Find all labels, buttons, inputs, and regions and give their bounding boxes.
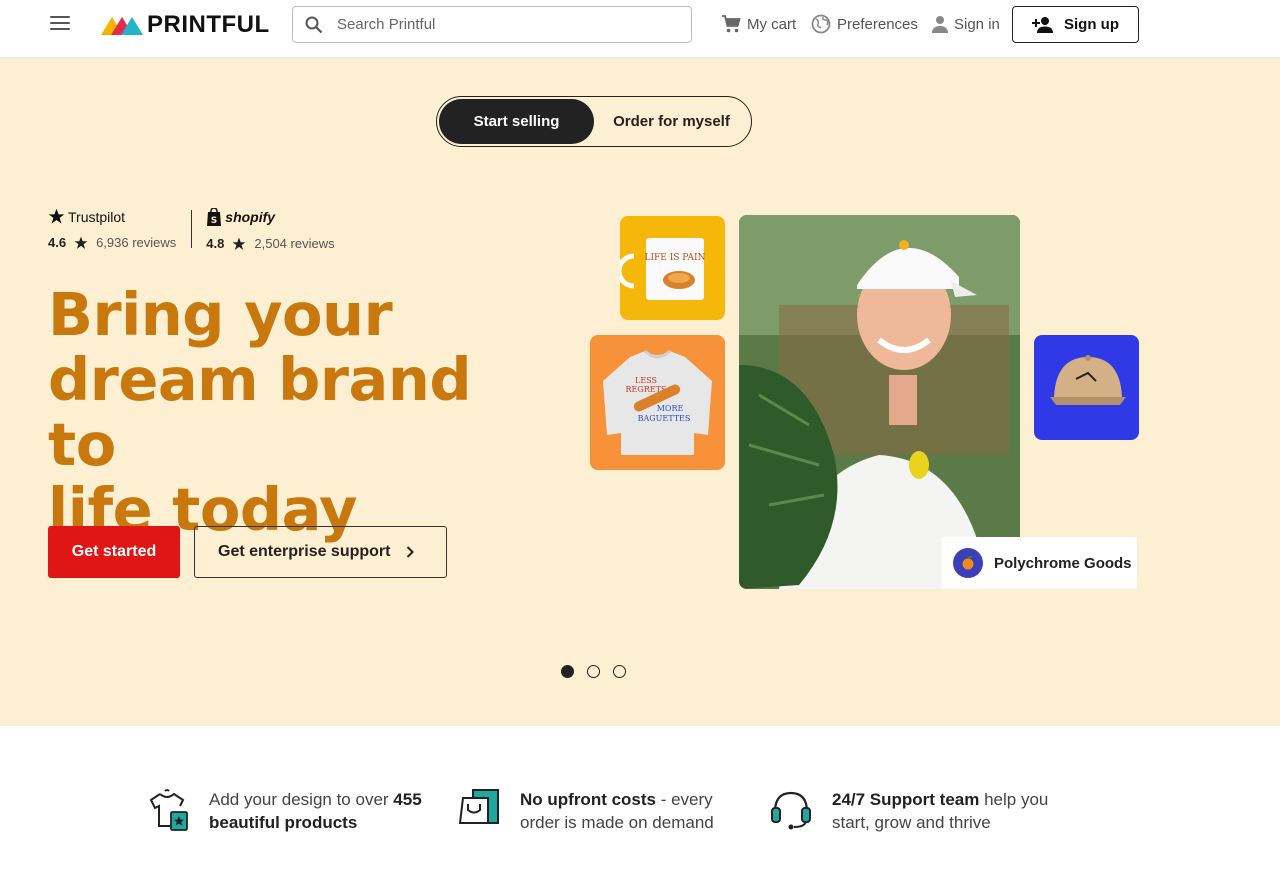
menu-icon[interactable]: [50, 16, 70, 32]
feature-text-part: Add your design to over: [209, 790, 394, 809]
hero-headline: Bring your dream brand to life today: [48, 282, 508, 542]
trustpilot-score: 4.6: [48, 235, 67, 250]
svg-text:LESS: LESS: [635, 376, 657, 385]
headline-line: dream brand to: [48, 345, 472, 479]
search-input[interactable]: [337, 16, 677, 33]
features-section: Add your design to over 455 beautiful pr…: [0, 726, 1280, 896]
audience-toggle: Start selling Order for myself: [436, 96, 752, 147]
add-person-icon: [1032, 16, 1053, 33]
enterprise-support-button[interactable]: Get enterprise support: [194, 526, 447, 578]
orange-icon: [953, 548, 983, 578]
feature-products-text: Add your design to over 455 beautiful pr…: [209, 788, 422, 834]
cart-icon: [722, 15, 741, 33]
my-cart-link[interactable]: My cart: [721, 12, 796, 36]
trustpilot-brand: Trustpilot: [68, 208, 126, 225]
chevron-right-icon: [407, 546, 415, 558]
sign-up-button[interactable]: Sign up: [1012, 6, 1139, 43]
shopify-rating[interactable]: S shopify 4.8 2,504 reviews: [206, 208, 335, 251]
order-for-myself-tab[interactable]: Order for myself: [594, 99, 749, 144]
carousel-dot-2[interactable]: [587, 665, 600, 678]
headline-line: Bring your: [48, 280, 393, 349]
shopify-brand: shopify: [225, 209, 276, 225]
sign-in-label: Sign in: [954, 15, 1000, 33]
get-started-button[interactable]: Get started: [48, 526, 180, 578]
svg-text:S: S: [211, 216, 217, 226]
feature-highlight: 455: [393, 790, 422, 809]
sign-in-link[interactable]: Sign in: [932, 12, 1000, 36]
globe-icon: [811, 14, 831, 34]
feature-support: 24/7 Support team help you start, grow a…: [770, 788, 1048, 834]
preferences-label: Preferences: [837, 15, 918, 33]
enterprise-support-label: Get enterprise support: [218, 543, 391, 560]
shopify-score: 4.8: [206, 236, 225, 251]
start-selling-tab[interactable]: Start selling: [439, 99, 594, 144]
feature-text-part: order is made on demand: [520, 813, 714, 832]
cap-product-image: [1034, 335, 1139, 440]
star-icon: [74, 236, 88, 249]
brand-badge: Polychrome Goods: [942, 537, 1137, 589]
rating-divider: [191, 210, 193, 248]
printful-logo[interactable]: PRINTFUL: [101, 11, 270, 38]
shopping-bag-icon: [458, 789, 499, 824]
feature-highlight: beautiful products: [209, 813, 358, 832]
feature-highlight: 24/7 Support team: [832, 790, 980, 809]
feature-text-part: help you: [979, 790, 1049, 809]
search-bar[interactable]: [292, 6, 692, 43]
feature-highlight: No upfront costs: [520, 790, 656, 809]
printful-logo-mark: [101, 17, 143, 35]
carousel-dot-3[interactable]: [613, 665, 626, 678]
shopify-bag-icon: S: [207, 208, 222, 226]
headset-icon: [771, 791, 811, 830]
svg-text:LIFE IS PAIN: LIFE IS PAIN: [645, 253, 706, 263]
trustpilot-star-icon: [48, 208, 65, 224]
person-icon: [932, 16, 948, 33]
sign-up-label: Sign up: [1064, 16, 1119, 33]
badge-label: Polychrome Goods: [994, 554, 1132, 572]
mug-product-image: LIFE IS PAIN: [620, 216, 725, 320]
logo-text: PRINTFUL: [147, 11, 270, 38]
feature-products: Add your design to over 455 beautiful pr…: [147, 788, 422, 834]
svg-text:MORE: MORE: [657, 404, 684, 413]
cart-label: My cart: [747, 15, 797, 33]
feature-text-part: - every: [656, 790, 713, 809]
svg-text:BAGUETTES: BAGUETTES: [638, 414, 691, 423]
carousel-dots: [561, 665, 626, 678]
shopify-reviews: 2,504 reviews: [254, 236, 335, 251]
model-photo: [739, 215, 1020, 589]
feature-no-upfront-costs: No upfront costs - every order is made o…: [458, 788, 714, 834]
review-ratings: Trustpilot 4.6 6,936 reviews S shopify 4…: [48, 208, 335, 251]
hero-section: Start selling Order for myself Trustpilo…: [0, 58, 1280, 726]
trustpilot-rating[interactable]: Trustpilot 4.6 6,936 reviews: [48, 208, 177, 251]
preferences-link[interactable]: Preferences: [811, 12, 918, 36]
trustpilot-reviews: 6,936 reviews: [96, 235, 177, 250]
shirt-icon: [149, 789, 188, 831]
sweatshirt-product-image: LESS REGRETS MORE BAGUETTES: [590, 335, 725, 470]
feature-costs-text: No upfront costs - every order is made o…: [520, 788, 714, 834]
carousel-dot-1[interactable]: [561, 665, 574, 678]
star-icon: [232, 237, 246, 250]
site-header: PRINTFUL My cart Preferences Sign in: [0, 0, 1280, 58]
feature-support-text: 24/7 Support team help you start, grow a…: [832, 788, 1048, 834]
feature-text-part: start, grow and thrive: [832, 813, 991, 832]
search-icon: [305, 16, 323, 33]
